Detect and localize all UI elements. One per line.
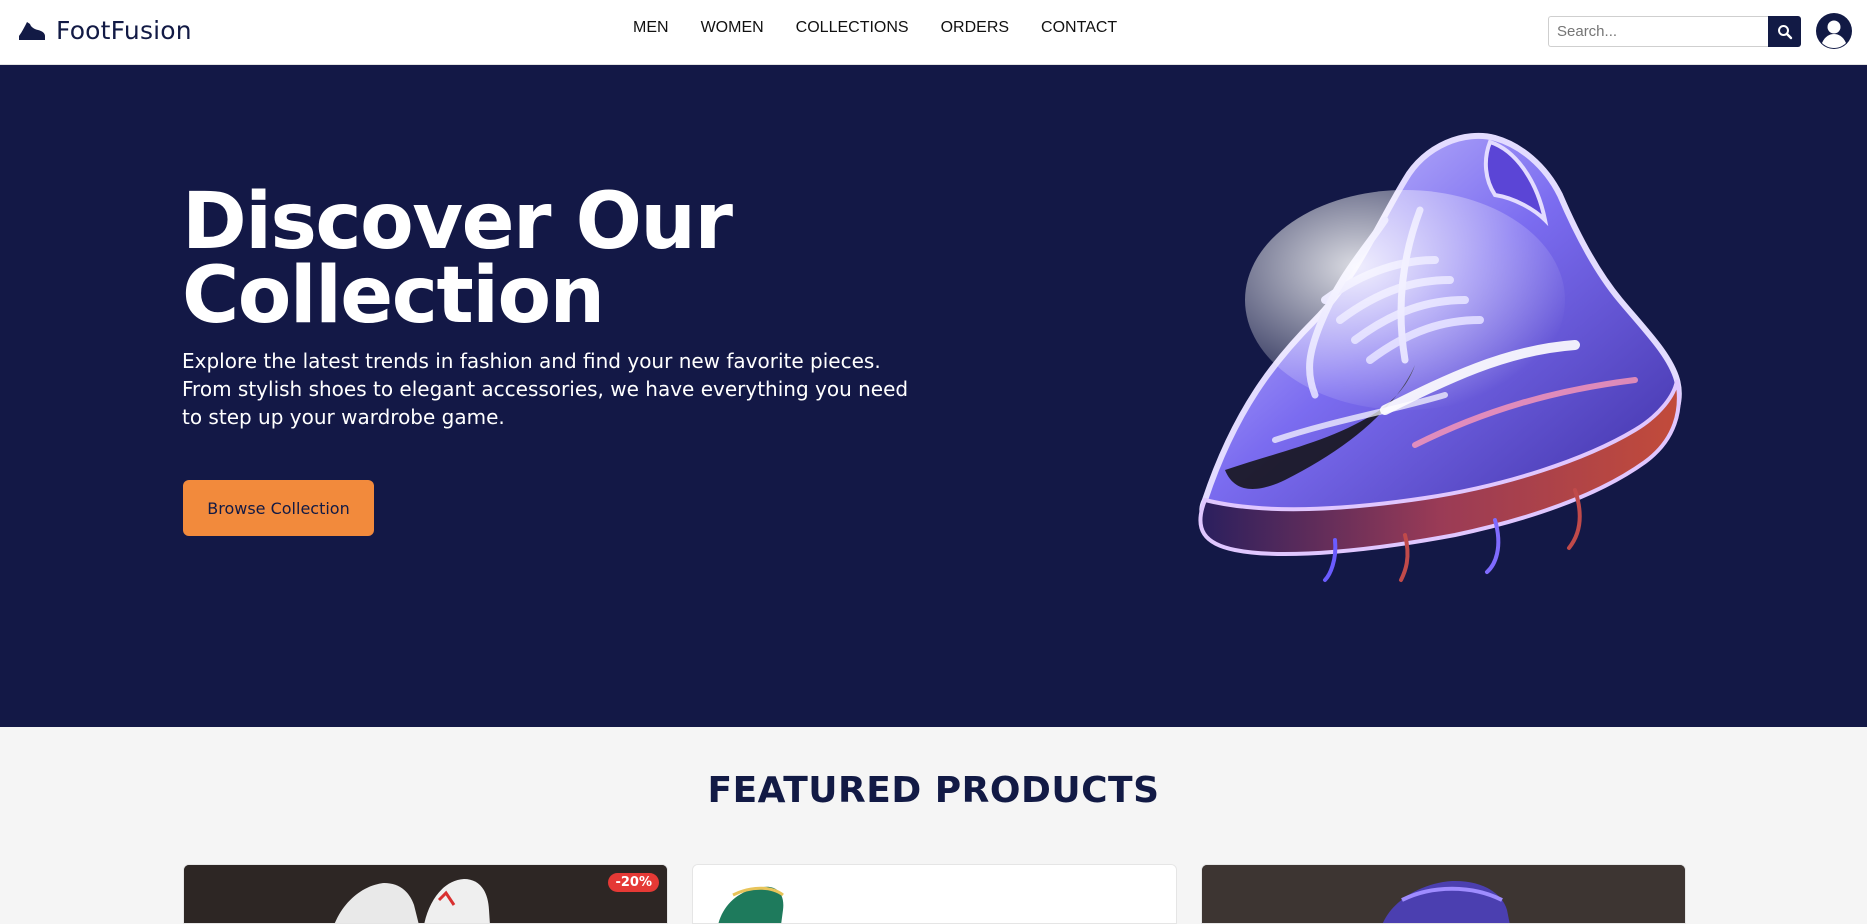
search-button[interactable] (1768, 16, 1801, 47)
product-card[interactable] (1201, 864, 1686, 924)
user-account-icon[interactable] (1815, 12, 1853, 50)
featured-products-title: FEATURED PRODUCTS (707, 770, 1160, 811)
browse-collection-button[interactable]: Browse Collection (183, 480, 374, 536)
hero-title-line2: Collection (182, 251, 605, 341)
sneaker-image (1198, 132, 1682, 582)
search-bar (1548, 16, 1801, 47)
hero-title: Discover Our Collection (182, 183, 882, 335)
top-navigation-bar: FootFusion MEN WOMEN COLLECTIONS ORDERS … (0, 0, 1867, 65)
search-input[interactable] (1548, 16, 1768, 47)
product-card[interactable] (692, 864, 1177, 924)
shoe-icon (19, 22, 45, 40)
nav-item-men[interactable]: MEN (633, 19, 669, 37)
brand-name: FootFusion (56, 15, 192, 45)
main-nav: MEN WOMEN COLLECTIONS ORDERS CONTACT (633, 19, 1117, 37)
search-icon (1777, 24, 1792, 39)
hero-section: Discover Our Collection Explore the late… (0, 65, 1867, 727)
product-image (693, 865, 1176, 923)
nav-item-women[interactable]: WOMEN (701, 19, 764, 37)
product-image (1202, 865, 1685, 923)
nav-item-contact[interactable]: CONTACT (1041, 19, 1117, 37)
product-image (184, 865, 667, 923)
nav-item-orders[interactable]: ORDERS (941, 19, 1009, 37)
brand[interactable]: FootFusion (16, 14, 192, 46)
nav-item-collections[interactable]: COLLECTIONS (796, 19, 909, 37)
discount-badge: -20% (608, 873, 659, 892)
product-card[interactable]: -20% (183, 864, 668, 924)
hero-subtitle: Explore the latest trends in fashion and… (182, 349, 909, 429)
